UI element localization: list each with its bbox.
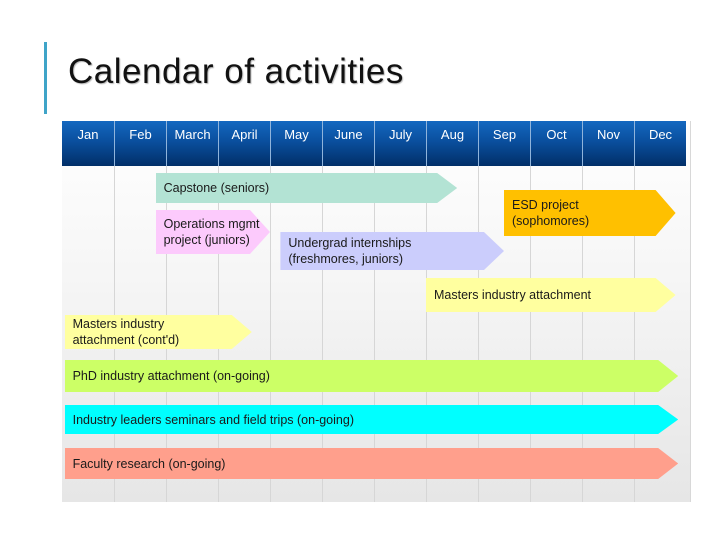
activity-label: Masters industry attachment [434,288,592,302]
month-header-july: July [374,121,426,166]
activity-bar-esd-project: ESD project (sophomores) [504,190,676,236]
activity-bar-masters-industry: Masters industry attachment [426,278,676,312]
month-gridline [114,121,115,502]
activity-bar-faculty-research: Faculty research (on-going) [65,448,679,479]
activity-bar-industry-leaders: Industry leaders seminars and field trip… [65,405,679,434]
activity-label: PhD industry attachment (on-going) [72,369,270,383]
activity-bar-masters-industry-contd: Masters industry attachment (cont'd) [65,315,252,349]
month-header-jan: Jan [77,127,99,142]
month-header-may: May [270,121,322,166]
month-header-june: June [322,121,374,166]
activity-label: Capstone (seniors) [163,181,270,195]
activity-label: Undergrad internships (freshmores, junio… [288,236,412,266]
page-title: Calendar of activities [68,52,404,91]
activity-bar-phd-industry: PhD industry attachment (on-going) [65,360,679,392]
activity-label: Industry leaders seminars and field trip… [72,412,354,427]
activity-label: ESD project (sophomores) [512,198,590,228]
month-header-dec: Dec [634,121,686,166]
month-header-march: March [166,121,218,166]
activity-bar-capstone: Capstone (seniors) [156,173,458,203]
month-header-nov: Nov [582,121,634,166]
calendar-grid: Jan Feb March April May June July Aug Sep Oct Nov D… [62,121,691,502]
month-header-oct: Oct [530,121,582,166]
month-header: Jan Feb March April May June July Aug Sep Oct Nov D… [62,121,686,166]
activity-bar-undergrad-internships: Undergrad internships (freshmores, junio… [280,232,504,270]
activity-label: Faculty research (on-going) [72,456,226,471]
activity-label: Operations mgmt project (juniors) [163,217,260,247]
month-header-feb: Feb [114,121,166,166]
month-header-april: April [218,121,270,166]
title-accent-bar [44,42,47,114]
activity-bar-operations-mgmt: Operations mgmt project (juniors) [156,210,270,254]
month-header-sep: Sep [478,121,530,166]
month-header-aug: Aug [426,121,478,166]
activity-label: Masters industry attachment (cont'd) [72,317,180,347]
